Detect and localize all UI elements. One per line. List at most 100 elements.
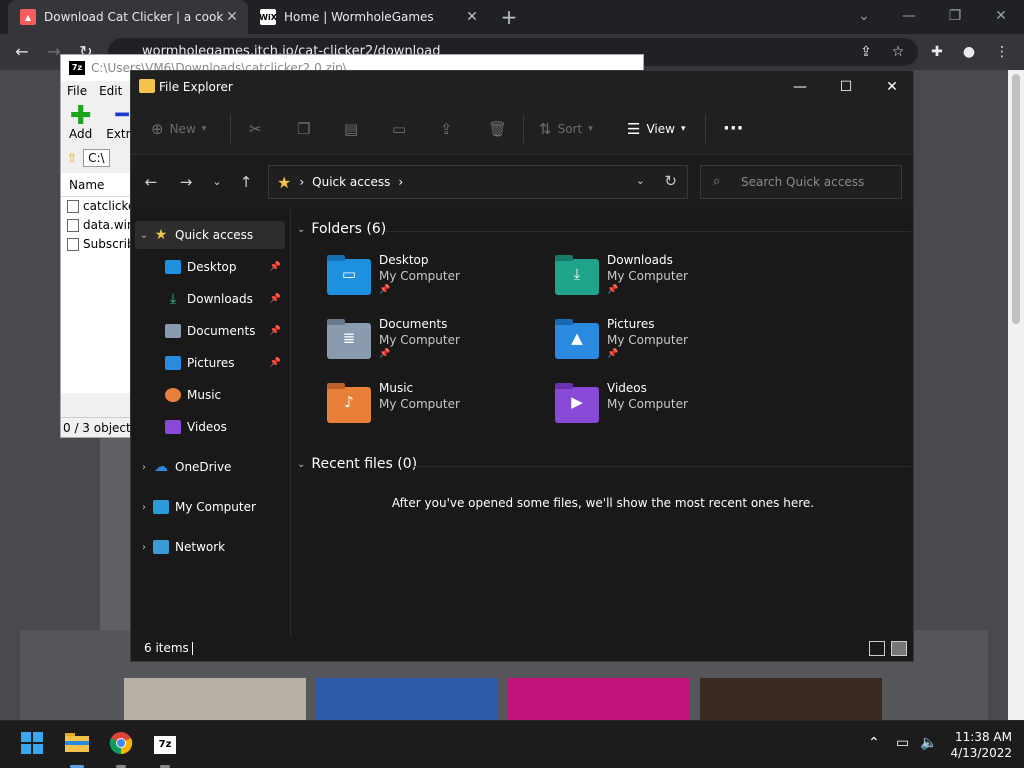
profile-icon[interactable]: ●: [959, 42, 979, 62]
recent-empty-message: After you've opened some files, we'll sh…: [391, 496, 815, 510]
taskbar-file-explorer[interactable]: [63, 731, 91, 768]
recent-section-header[interactable]: ⌄ Recent files (0): [297, 456, 417, 472]
back-icon[interactable]: ←: [10, 40, 34, 64]
menu-kebab-icon[interactable]: ⋮: [992, 42, 1012, 62]
folder-pictures[interactable]: ▲ Pictures My Computer 📌: [555, 317, 775, 373]
divider: [192, 642, 193, 655]
share-icon[interactable]: ⇪: [856, 42, 876, 62]
menu-file[interactable]: File: [67, 84, 87, 98]
game-thumbnail[interactable]: [508, 678, 690, 720]
taskbar-chrome[interactable]: [107, 731, 135, 768]
paste-button[interactable]: ▤: [344, 117, 358, 141]
maximize-icon[interactable]: ☐: [823, 71, 869, 103]
minimize-icon[interactable]: —: [895, 4, 923, 28]
nav-network[interactable]: › Network: [135, 533, 285, 561]
page-scrollbar[interactable]: [1008, 70, 1024, 720]
copy-button[interactable]: ❐: [297, 117, 310, 141]
address-bar[interactable]: ★ › Quick access › ⌄ ↻: [268, 165, 688, 199]
rename-button[interactable]: ▭: [392, 117, 406, 141]
new-tab-icon[interactable]: +: [498, 6, 520, 28]
folder-videos[interactable]: ▶ Videos My Computer: [555, 381, 775, 437]
computer-icon: [153, 500, 169, 514]
chevron-right-icon: ›: [299, 175, 305, 189]
item-count: 6 items: [144, 641, 189, 655]
new-button[interactable]: ⊕ New ▾: [151, 117, 206, 141]
mountain-icon: ▲: [555, 319, 599, 359]
nav-my-computer[interactable]: › My Computer: [135, 493, 285, 521]
tab-wormholegames[interactable]: WiX Home | WormholeGames ✕: [248, 0, 488, 34]
folder-downloads[interactable]: ⤓ Downloads My Computer 📌: [555, 253, 775, 309]
back-icon[interactable]: ←: [138, 169, 164, 195]
plus-icon: ✚: [69, 101, 92, 131]
game-thumbnail[interactable]: [124, 678, 306, 720]
chevron-down-icon[interactable]: ⌄: [636, 174, 645, 187]
tab-search-icon[interactable]: ⌄: [850, 4, 878, 28]
sevenzip-path[interactable]: C:\: [83, 149, 110, 167]
refresh-icon[interactable]: ↻: [664, 172, 677, 190]
forward-icon[interactable]: →: [173, 169, 199, 195]
restore-icon[interactable]: ❐: [941, 4, 969, 28]
network-icon: [153, 540, 169, 554]
scrollbar-thumb[interactable]: [1012, 74, 1020, 324]
nav-label: Downloads: [187, 292, 253, 306]
clock[interactable]: 11:38 AM 4/13/2022: [950, 729, 1012, 761]
game-thumbnail[interactable]: [700, 678, 882, 720]
details-view-icon[interactable]: [869, 641, 885, 656]
chevron-down-icon: ⌄: [139, 229, 149, 241]
file-name: catclicke: [83, 199, 136, 213]
view-button[interactable]: ☰ View ▾: [627, 117, 685, 141]
add-button[interactable]: ✚ Add: [69, 101, 92, 141]
folders-section-header[interactable]: ⌄ Folders (6): [297, 221, 386, 237]
file-icon: [67, 219, 79, 232]
share-icon: ⇪: [440, 120, 453, 138]
tab-title: Download Cat Clicker | a cookie-: [44, 10, 224, 24]
close-tab-icon[interactable]: ✕: [464, 9, 480, 25]
share-button[interactable]: ⇪: [440, 117, 453, 141]
nav-documents[interactable]: Documents 📌: [135, 317, 285, 345]
close-icon[interactable]: ✕: [869, 71, 915, 103]
folder-name: Desktop: [379, 253, 429, 267]
volume-icon[interactable]: 🔈: [920, 735, 937, 751]
extensions-icon[interactable]: ✚: [927, 42, 947, 62]
minimize-icon[interactable]: —: [777, 71, 823, 103]
chrome-logo-icon: [109, 732, 133, 755]
close-tab-icon[interactable]: ✕: [224, 9, 240, 25]
delete-button[interactable]: 🗑: [488, 117, 507, 141]
folder-icon: [139, 79, 155, 93]
trash-icon: 🗑: [488, 120, 508, 138]
up-icon[interactable]: ↑: [233, 169, 259, 195]
address-row: ← → ⌄ ↑ ★ › Quick access › ⌄ ↻ ⌕ Search …: [131, 155, 913, 209]
nav-onedrive[interactable]: › ☁ OneDrive: [135, 453, 285, 481]
taskbar-7zip[interactable]: 7z: [151, 731, 179, 768]
navigation-pane: ⌄ ★ Quick access Desktop 📌 ⤓ Downloads 📌…: [131, 209, 291, 639]
game-thumbnail[interactable]: [316, 678, 498, 720]
tiles-view-icon[interactable]: [891, 641, 907, 656]
nav-pictures[interactable]: Pictures 📌: [135, 349, 285, 377]
nav-quick-access[interactable]: ⌄ ★ Quick access: [135, 221, 285, 249]
close-icon[interactable]: ✕: [987, 4, 1015, 28]
search-input[interactable]: ⌕ Search Quick access: [700, 165, 902, 199]
bookmark-star-icon[interactable]: ☆: [888, 42, 908, 62]
tab-cat-clicker[interactable]: ▲ Download Cat Clicker | a cookie- ✕: [8, 0, 248, 34]
start-button[interactable]: [18, 731, 46, 759]
nav-downloads[interactable]: ⤓ Downloads 📌: [135, 285, 285, 313]
chevron-up-icon[interactable]: ⌃: [868, 735, 880, 751]
folder-desktop[interactable]: ▭ Desktop My Computer 📌: [327, 253, 547, 309]
recent-locations-icon[interactable]: ⌄: [204, 169, 230, 195]
sort-button[interactable]: ⇅ Sort ▾: [539, 117, 593, 141]
nav-videos[interactable]: Videos: [135, 413, 285, 441]
nav-music[interactable]: Music: [135, 381, 285, 409]
up-folder-icon[interactable]: ⇧: [67, 151, 77, 165]
folder-name: Videos: [607, 381, 647, 395]
cut-button[interactable]: ✂: [249, 117, 262, 141]
star-icon: ★: [154, 227, 168, 243]
chevron-down-icon: ⌄: [297, 458, 306, 470]
menu-edit[interactable]: Edit: [99, 84, 122, 98]
more-options-icon[interactable]: ···: [723, 117, 744, 141]
chevron-right-icon: ›: [142, 461, 146, 473]
network-icon[interactable]: ▭: [896, 735, 909, 751]
folder-music[interactable]: ♪ Music My Computer: [327, 381, 547, 437]
folder-documents[interactable]: ≣ Documents My Computer 📌: [327, 317, 547, 373]
nav-label: Videos: [187, 420, 227, 434]
nav-desktop[interactable]: Desktop 📌: [135, 253, 285, 281]
